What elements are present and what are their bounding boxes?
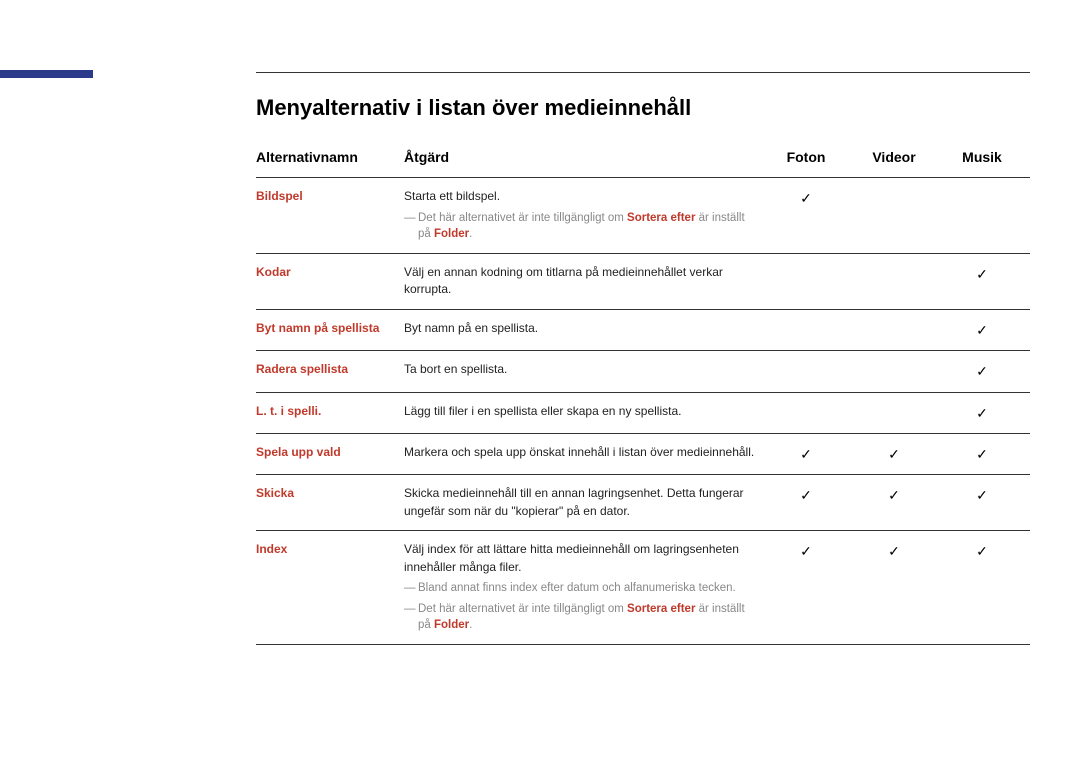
content-area: Menyalternativ i listan över medieinnehå… (256, 95, 1030, 645)
option-name: Skicka (256, 486, 294, 500)
option-name: Index (256, 542, 287, 556)
table-row: Radera spellista Ta bort en spellista. ✓ (256, 351, 1030, 392)
cell-videor: ✓ (854, 475, 942, 531)
cell-videor (854, 392, 942, 433)
option-name: Radera spellista (256, 362, 348, 376)
check-icon: ✓ (976, 322, 988, 338)
check-icon: ✓ (800, 190, 812, 206)
table-row: Skicka Skicka medieinnehåll till en annan… (256, 475, 1030, 531)
cell-foton: ✓ (766, 475, 854, 531)
cell-musik (942, 178, 1030, 254)
check-icon: ✓ (976, 405, 988, 421)
option-action: Markera och spela upp önskat innehåll i … (404, 445, 754, 459)
check-icon: ✓ (888, 446, 900, 462)
option-name: Spela upp vald (256, 445, 341, 459)
header-foton: Foton (766, 137, 854, 178)
note-index-types: Bland annat finns index efter datum och … (404, 580, 758, 597)
page-title: Menyalternativ i listan över medieinnehå… (256, 95, 1030, 121)
option-action: Välj index för att lättare hitta mediein… (404, 542, 739, 573)
check-icon: ✓ (800, 446, 812, 462)
table-header-row: Alternativnamn Åtgärd Foton Videor Musik (256, 137, 1030, 178)
note-unavailable-folder: Det här alternativet är inte tillgänglig… (404, 210, 758, 243)
check-icon: ✓ (976, 363, 988, 379)
option-name: L. t. i spelli. (256, 404, 321, 418)
cell-videor: ✓ (854, 531, 942, 645)
table-row: Index Välj index för att lättare hitta me… (256, 531, 1030, 645)
option-action: Välj en annan kodning om titlarna på med… (404, 265, 723, 296)
cell-foton (766, 309, 854, 350)
header-action: Åtgärd (404, 137, 766, 178)
cell-musik: ✓ (942, 475, 1030, 531)
header-musik: Musik (942, 137, 1030, 178)
table-row: Bildspel Starta ett bildspel. Det här alte… (256, 178, 1030, 254)
nav-bar (0, 70, 93, 78)
option-action: Lägg till filer i en spellista eller ska… (404, 404, 681, 418)
cell-musik: ✓ (942, 309, 1030, 350)
cell-foton: ✓ (766, 433, 854, 474)
table-row: L. t. i spelli. Lägg till filer i en spel… (256, 392, 1030, 433)
cell-foton (766, 254, 854, 310)
check-icon: ✓ (888, 543, 900, 559)
cell-musik: ✓ (942, 254, 1030, 310)
cell-foton: ✓ (766, 531, 854, 645)
cell-musik: ✓ (942, 433, 1030, 474)
cell-foton: ✓ (766, 178, 854, 254)
cell-musik: ✓ (942, 392, 1030, 433)
option-action: Skicka medieinnehåll till en annan lagri… (404, 486, 744, 517)
top-rule (256, 72, 1030, 73)
cell-videor: ✓ (854, 433, 942, 474)
header-name: Alternativnamn (256, 137, 404, 178)
cell-videor (854, 351, 942, 392)
cell-foton (766, 392, 854, 433)
cell-foton (766, 351, 854, 392)
option-action: Byt namn på en spellista. (404, 321, 538, 335)
cell-videor (854, 309, 942, 350)
check-icon: ✓ (888, 487, 900, 503)
cell-musik: ✓ (942, 531, 1030, 645)
option-action: Starta ett bildspel. (404, 189, 500, 203)
table-row: Byt namn på spellista Byt namn på en spel… (256, 309, 1030, 350)
option-name: Bildspel (256, 189, 303, 203)
option-name: Byt namn på spellista (256, 321, 379, 335)
cell-videor (854, 178, 942, 254)
check-icon: ✓ (976, 446, 988, 462)
header-videor: Videor (854, 137, 942, 178)
table-row: Kodar Välj en annan kodning om titlarna p… (256, 254, 1030, 310)
menu-options-table: Alternativnamn Åtgärd Foton Videor Musik… (256, 137, 1030, 645)
table-row: Spela upp vald Markera och spela upp önsk… (256, 433, 1030, 474)
check-icon: ✓ (800, 543, 812, 559)
option-name: Kodar (256, 265, 291, 279)
note-unavailable-folder: Det här alternativet är inte tillgänglig… (404, 601, 758, 634)
cell-videor (854, 254, 942, 310)
check-icon: ✓ (976, 266, 988, 282)
cell-musik: ✓ (942, 351, 1030, 392)
option-action: Ta bort en spellista. (404, 362, 507, 376)
check-icon: ✓ (976, 543, 988, 559)
check-icon: ✓ (976, 487, 988, 503)
check-icon: ✓ (800, 487, 812, 503)
